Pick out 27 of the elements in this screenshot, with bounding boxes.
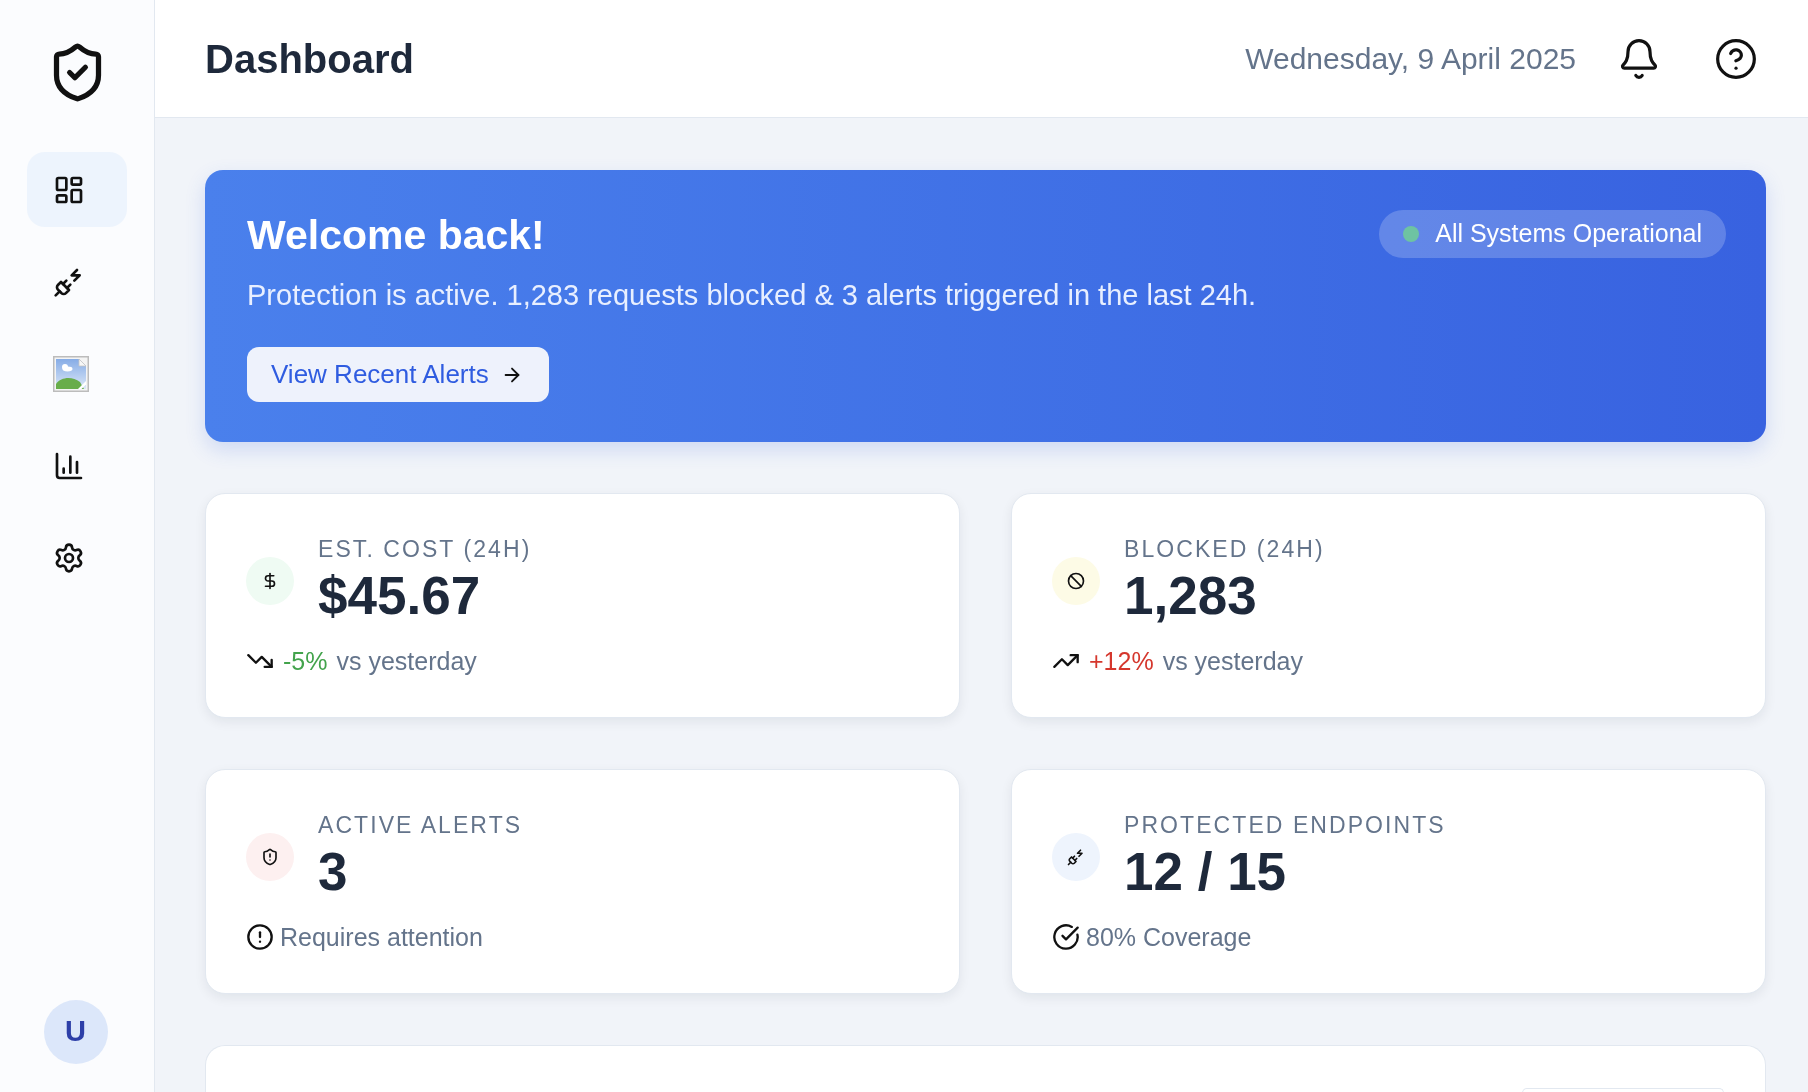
comparison-text: vs yesterday bbox=[1162, 646, 1303, 676]
stat-value: 1,283 bbox=[1124, 565, 1258, 627]
view-alerts-button[interactable]: View Recent Alerts bbox=[247, 347, 549, 402]
user-avatar[interactable]: U bbox=[43, 1000, 108, 1064]
image-icon bbox=[53, 355, 89, 392]
stat-label: EST. COST (24H) bbox=[318, 535, 532, 564]
status-note: 80% Coverage bbox=[1086, 922, 1252, 952]
date-text: Wednesday, 9 April 2025 bbox=[1245, 40, 1576, 77]
stat-value: $45.67 bbox=[318, 565, 482, 627]
page-title: Dashboard bbox=[205, 35, 414, 83]
settings-icon bbox=[53, 541, 85, 574]
welcome-message: Protection is active. 1,283 requests blocked & 3 alerts triggered in the last 24h. bbox=[247, 278, 1257, 312]
comparison-text: vs yesterday bbox=[336, 646, 477, 676]
stat-value: 3 bbox=[318, 841, 349, 903]
nav-item[interactable] bbox=[27, 152, 127, 227]
stat-label: BLOCKED (24H) bbox=[1124, 535, 1325, 564]
alert-circle-icon bbox=[246, 923, 274, 951]
change-percent: +12% bbox=[1089, 646, 1154, 676]
stat-label: ACTIVE ALERTS bbox=[318, 811, 523, 840]
check-circle-icon bbox=[1052, 923, 1080, 951]
change-percent: -5% bbox=[283, 646, 328, 676]
stat-label: PROTECTED ENDPOINTS bbox=[1124, 811, 1446, 840]
status-label: All Systems Operational bbox=[1435, 218, 1702, 250]
status-note: Requires attention bbox=[280, 922, 483, 952]
welcome-title: Welcome back! bbox=[247, 212, 545, 258]
help-icon[interactable] bbox=[1714, 36, 1758, 81]
stat-value: 12 / 15 bbox=[1124, 841, 1288, 903]
